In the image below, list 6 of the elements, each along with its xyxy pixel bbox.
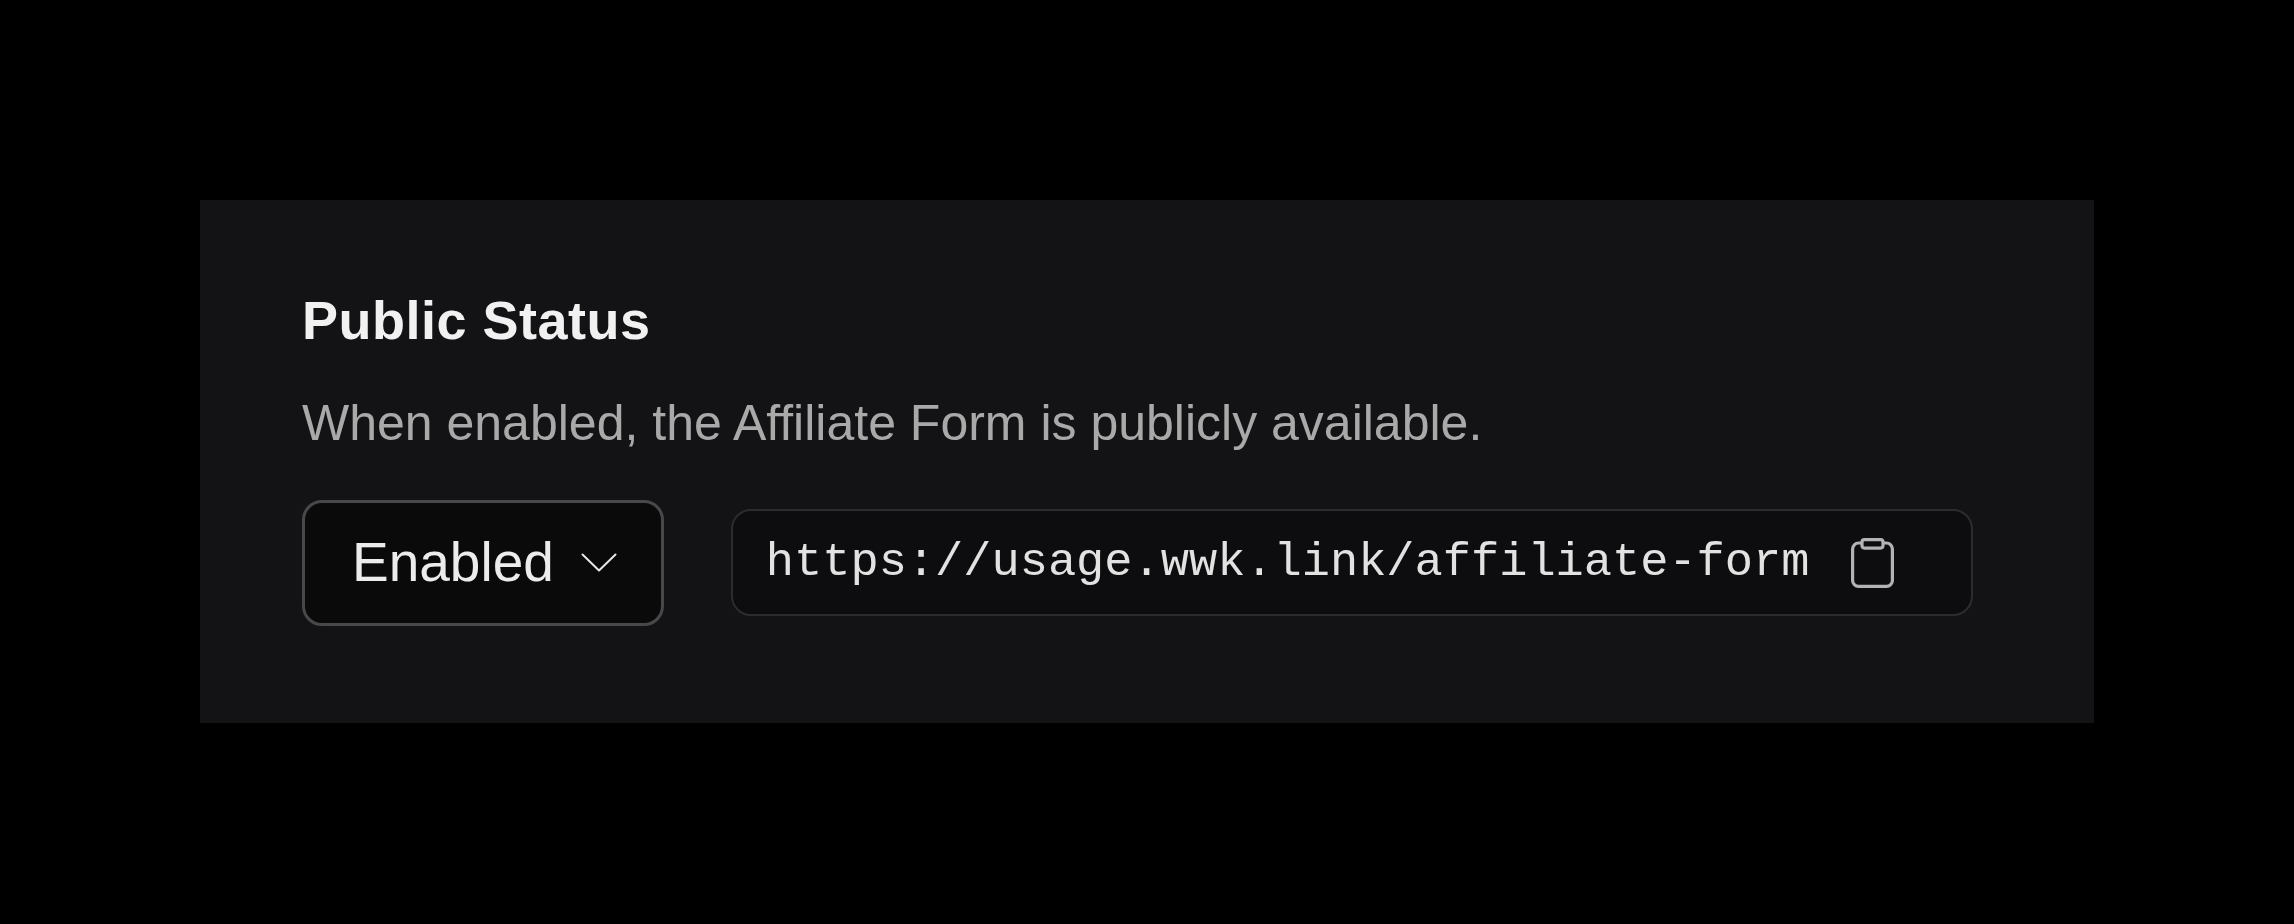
chevron-down-icon	[580, 553, 617, 573]
link-url: https://usage.wwk.link/affiliate-form	[765, 534, 1810, 591]
clipboard-icon[interactable]	[1851, 537, 1895, 588]
section-title: Public Status	[302, 289, 652, 352]
section-description: When enabled, the Affiliate Form is publicly available.	[302, 393, 1484, 453]
status-dropdown[interactable]: Enabled	[302, 499, 664, 626]
